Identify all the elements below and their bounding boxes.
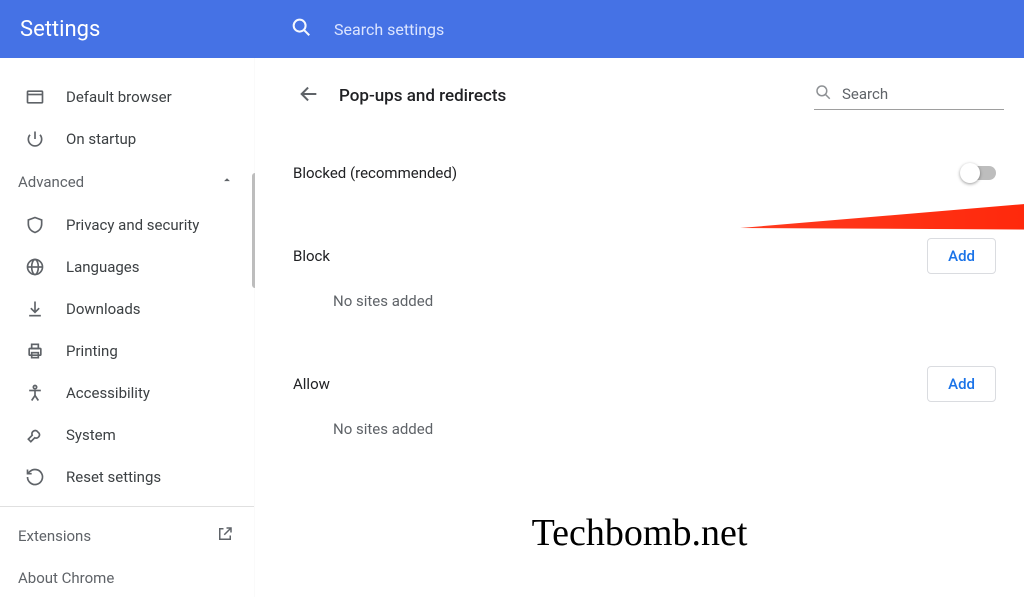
block-add-button[interactable]: Add	[927, 238, 996, 274]
printer-icon	[24, 341, 46, 361]
shield-icon	[24, 215, 46, 235]
content-search-placeholder: Search	[842, 85, 888, 103]
sidebar-item-system[interactable]: System	[0, 414, 254, 456]
search-icon	[290, 16, 312, 42]
search-icon	[814, 83, 832, 105]
sidebar-item-reset[interactable]: Reset settings	[0, 456, 254, 498]
page-title: Pop-ups and redirects	[339, 86, 506, 106]
power-icon	[24, 129, 46, 149]
global-search[interactable]: Search settings	[255, 16, 1024, 42]
sidebar-item-label: On startup	[66, 130, 136, 148]
sidebar-item-label: Accessibility	[66, 384, 150, 402]
back-button[interactable]	[293, 80, 325, 112]
sidebar-item-label: Reset settings	[66, 468, 161, 486]
external-link-icon	[216, 525, 234, 547]
wrench-icon	[24, 425, 46, 445]
accessibility-icon	[24, 383, 46, 403]
allow-add-button[interactable]: Add	[927, 366, 996, 402]
global-search-placeholder: Search settings	[334, 20, 444, 39]
sidebar-item-printing[interactable]: Printing	[0, 330, 254, 372]
sidebar-section-advanced[interactable]: Advanced	[0, 160, 254, 204]
browser-window-icon	[24, 87, 46, 107]
blocked-label: Blocked (recommended)	[293, 164, 457, 182]
allow-section-row: Allow Add	[293, 366, 1004, 402]
sidebar-item-label: Privacy and security	[66, 216, 199, 234]
sidebar-item-privacy-security[interactable]: Privacy and security	[0, 204, 254, 246]
sidebar-item-label: Downloads	[66, 300, 141, 318]
allow-empty-text: No sites added	[333, 420, 1004, 438]
sidebar-item-label: System	[66, 426, 116, 444]
header-bar: Settings Search settings	[0, 0, 1024, 58]
toggle-knob	[960, 163, 980, 183]
allow-section-title: Allow	[293, 375, 330, 393]
watermark-text: Techbomb.net	[532, 511, 748, 555]
content-header: Pop-ups and redirects Search	[293, 76, 1004, 116]
block-section-title: Block	[293, 247, 330, 265]
arrow-left-icon	[298, 83, 320, 109]
globe-icon	[24, 257, 46, 277]
sidebar-item-extensions[interactable]: Extensions	[0, 515, 254, 557]
section-label: Advanced	[18, 173, 84, 191]
block-empty-text: No sites added	[333, 292, 1004, 310]
sidebar-item-label: About Chrome	[18, 569, 114, 587]
blocked-toggle-row: Blocked (recommended)	[293, 164, 1004, 182]
reset-icon	[24, 467, 46, 487]
app-title: Settings	[0, 17, 255, 42]
blocked-toggle[interactable]	[962, 166, 996, 180]
sidebar-item-default-browser[interactable]: Default browser	[0, 76, 254, 118]
chevron-up-icon	[220, 173, 234, 191]
divider	[0, 506, 254, 507]
main-content: Pop-ups and redirects Search Blocked (re…	[255, 58, 1024, 597]
sidebar-item-downloads[interactable]: Downloads	[0, 288, 254, 330]
sidebar-item-accessibility[interactable]: Accessibility	[0, 372, 254, 414]
sidebar: Default browser On startup Advanced Priv…	[0, 58, 255, 597]
sidebar-item-on-startup[interactable]: On startup	[0, 118, 254, 160]
block-section-row: Block Add	[293, 238, 1004, 274]
sidebar-item-about[interactable]: About Chrome	[0, 557, 254, 599]
sidebar-item-label: Printing	[66, 342, 118, 360]
sidebar-item-label: Languages	[66, 258, 140, 276]
sidebar-item-label: Extensions	[18, 527, 91, 545]
sidebar-item-label: Default browser	[66, 88, 172, 106]
sidebar-item-languages[interactable]: Languages	[0, 246, 254, 288]
content-search[interactable]: Search	[814, 83, 1004, 110]
download-icon	[24, 299, 46, 319]
